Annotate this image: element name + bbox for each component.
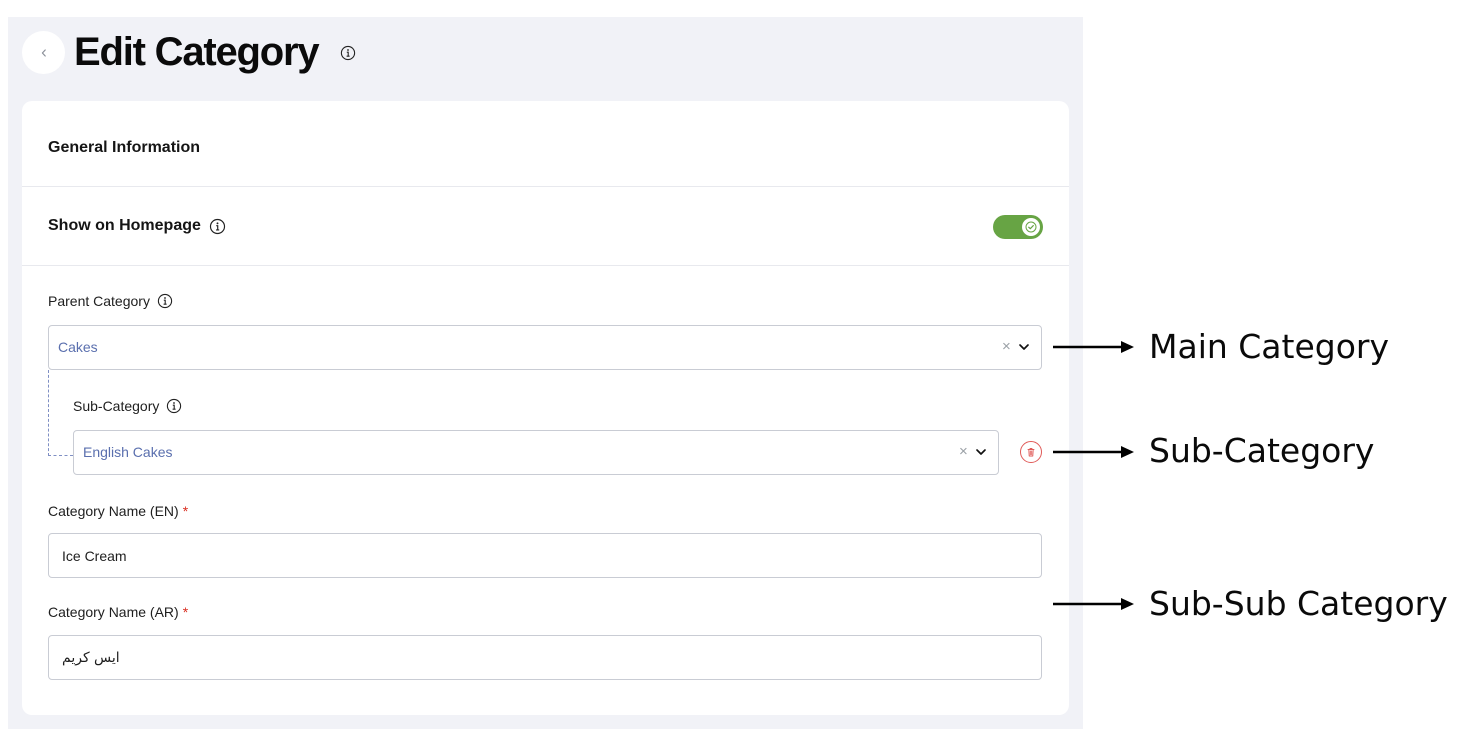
sub-category-value: English Cakes — [83, 444, 173, 460]
info-icon[interactable] — [166, 398, 182, 414]
tree-connector — [48, 370, 73, 456]
category-name-ar-input[interactable] — [48, 635, 1042, 680]
clear-selection-icon[interactable]: × — [959, 443, 968, 460]
annotation-sub-category: Sub-Category — [1149, 431, 1375, 470]
section-title: General Information — [48, 139, 201, 156]
chevron-left-icon — [41, 48, 46, 57]
parent-category-label: Parent Category — [48, 293, 173, 309]
required-asterisk: * — [182, 604, 189, 620]
info-icon[interactable] — [340, 45, 356, 61]
parent-category-value: Cakes — [58, 339, 98, 355]
annotation-main-category: Main Category — [1149, 327, 1390, 366]
show-on-homepage-row: Show on Homepage — [22, 187, 1069, 266]
show-on-homepage-label: Show on Homepage — [48, 217, 226, 235]
chevron-down-icon[interactable] — [975, 445, 987, 459]
delete-sub-category-button[interactable] — [1020, 441, 1042, 463]
required-asterisk: * — [182, 503, 189, 519]
info-icon[interactable] — [209, 218, 226, 235]
category-name-ar-label: Category Name (AR) * — [48, 604, 188, 620]
show-on-homepage-text: Show on Homepage — [48, 217, 201, 234]
parent-category-select[interactable]: Cakes × — [48, 325, 1042, 370]
show-on-homepage-toggle[interactable] — [993, 215, 1043, 239]
annotation-sub-sub-category: Sub-Sub Category — [1149, 584, 1448, 623]
arrow-right-icon — [1053, 341, 1134, 353]
arrow-right-icon — [1053, 446, 1134, 458]
trash-icon — [1027, 448, 1035, 457]
category-name-en-label-text: Category Name (EN) — [48, 503, 179, 519]
sub-category-select[interactable]: English Cakes × — [73, 430, 999, 475]
arrow-right-icon — [1053, 598, 1134, 610]
sub-category-label-text: Sub-Category — [73, 398, 160, 414]
toggle-knob — [1022, 218, 1040, 236]
check-icon — [1025, 221, 1037, 233]
category-name-ar-label-text: Category Name (AR) — [48, 604, 179, 620]
category-name-en-label: Category Name (EN) * — [48, 503, 188, 519]
category-name-en-input[interactable] — [48, 533, 1042, 578]
info-icon[interactable] — [157, 293, 173, 309]
page-title: Edit Category — [74, 30, 320, 74]
chevron-down-icon[interactable] — [1018, 340, 1030, 354]
back-button[interactable] — [22, 31, 65, 74]
sub-category-label: Sub-Category — [73, 398, 182, 414]
clear-selection-icon[interactable]: × — [1002, 338, 1011, 355]
category-form-card: General Information Show on Homepage Par… — [22, 101, 1069, 715]
parent-category-label-text: Parent Category — [48, 293, 150, 309]
section-header: General Information — [22, 101, 1069, 187]
